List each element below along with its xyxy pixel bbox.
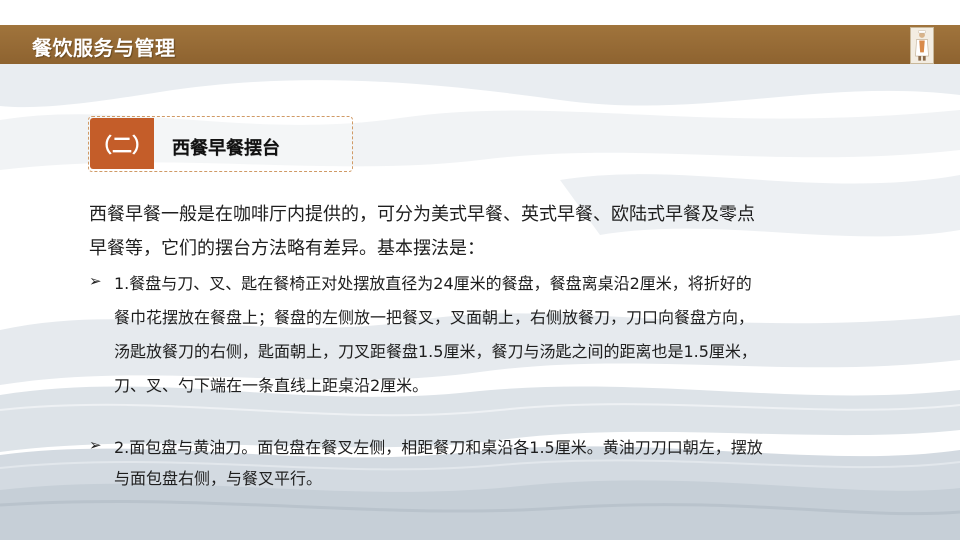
- header-title: 餐饮服务与管理: [32, 36, 176, 60]
- bullet-text-line: 2.面包盘与黄油刀。面包盘在餐叉左侧，相距餐刀和桌沿各1.5厘米。黄油刀刀口朝左…: [114, 438, 763, 457]
- bullet-text-line: 与面包盘右侧，与餐叉平行。: [114, 469, 323, 488]
- chef-illustration-icon: [910, 27, 934, 64]
- bullet-text-line: 1.餐盘与刀、叉、匙在餐椅正对处摆放直径为24厘米的餐盘，餐盘离桌沿2厘米，将折…: [114, 274, 752, 293]
- section-number-badge: （二）: [90, 118, 154, 169]
- bullet-arrow-icon: ➢: [89, 436, 102, 454]
- bullet-arrow-icon: ➢: [89, 272, 102, 290]
- section-title: 西餐早餐摆台: [172, 138, 280, 159]
- intro-line: 西餐早餐一般是在咖啡厅内提供的，可分为美式早餐、英式早餐、欧陆式早餐及零点: [89, 204, 755, 225]
- bullet-text-line: 汤匙放餐刀的右侧，匙面朝上，刀叉距餐盘1.5厘米，餐刀与汤匙之间的距离也是1.5…: [114, 342, 757, 361]
- bullet-text-line: 餐巾花摆放在餐盘上；餐盘的左侧放一把餐叉，叉面朝上，右侧放餐刀，刀口向餐盘方向，: [114, 308, 755, 327]
- intro-line: 早餐等，它们的摆台方法略有差异。基本摆法是：: [89, 238, 485, 259]
- top-strip: [0, 0, 960, 25]
- bullet-text-line: 刀、叉、勺下端在一条直线上距桌沿2厘米。: [114, 376, 429, 395]
